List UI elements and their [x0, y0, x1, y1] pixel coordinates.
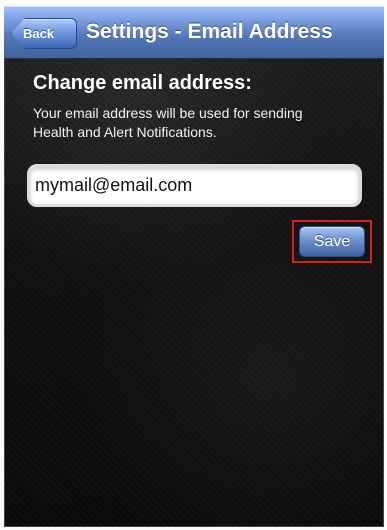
- email-input[interactable]: [27, 164, 362, 207]
- phone-screen: Back Settings - Email Address Change ema…: [4, 6, 384, 527]
- navigation-bar: Back Settings - Email Address: [4, 6, 384, 59]
- email-usage-description: Your email address will be used for send…: [33, 105, 303, 140]
- change-email-heading: Change email address:: [33, 72, 252, 94]
- screenshot-canvas: Back Settings - Email Address Change ema…: [0, 0, 387, 530]
- save-button[interactable]: Save: [299, 226, 365, 257]
- back-button[interactable]: Back: [11, 18, 77, 49]
- page-title: Settings - Email Address: [86, 20, 333, 43]
